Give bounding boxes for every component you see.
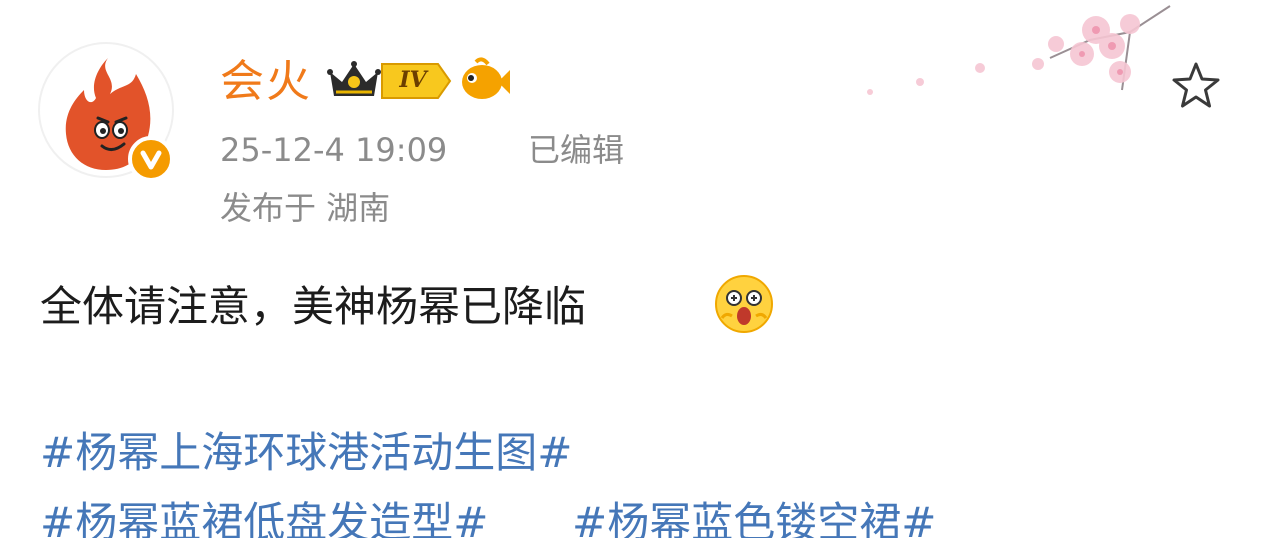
post-text: 全体请注意，美神杨幂已降临 — [40, 282, 587, 331]
star-outline-icon[interactable] — [1168, 58, 1224, 114]
excited-face-emoji — [715, 275, 773, 333]
author-name[interactable]: 会火 — [220, 54, 312, 110]
cherry-blossom-decoration — [867, 5, 1171, 95]
post-location: 发布于 湖南 — [220, 189, 391, 227]
level-badge[interactable]: IV — [378, 60, 454, 106]
level-label: IV — [399, 67, 427, 93]
hashtag-link[interactable]: #杨幂上海环球港活动生图# — [40, 424, 572, 482]
verified-v-icon — [128, 136, 174, 182]
weibo-post-card: 会火 IV 25-12-4 19:09 已编辑 发布于 湖南 全体请注意，美神杨… — [0, 0, 1264, 538]
hashtag-link[interactable]: #杨幂蓝裙低盘发造型# — [40, 494, 488, 538]
edited-label[interactable]: 已编辑 — [528, 128, 624, 172]
post-timestamp: 25-12-4 19:09 — [220, 131, 448, 169]
crown-icon — [327, 61, 381, 96]
fish-badge-icon[interactable] — [458, 56, 512, 104]
hashtag-link[interactable]: #杨幂蓝色镂空裙# — [572, 494, 936, 538]
